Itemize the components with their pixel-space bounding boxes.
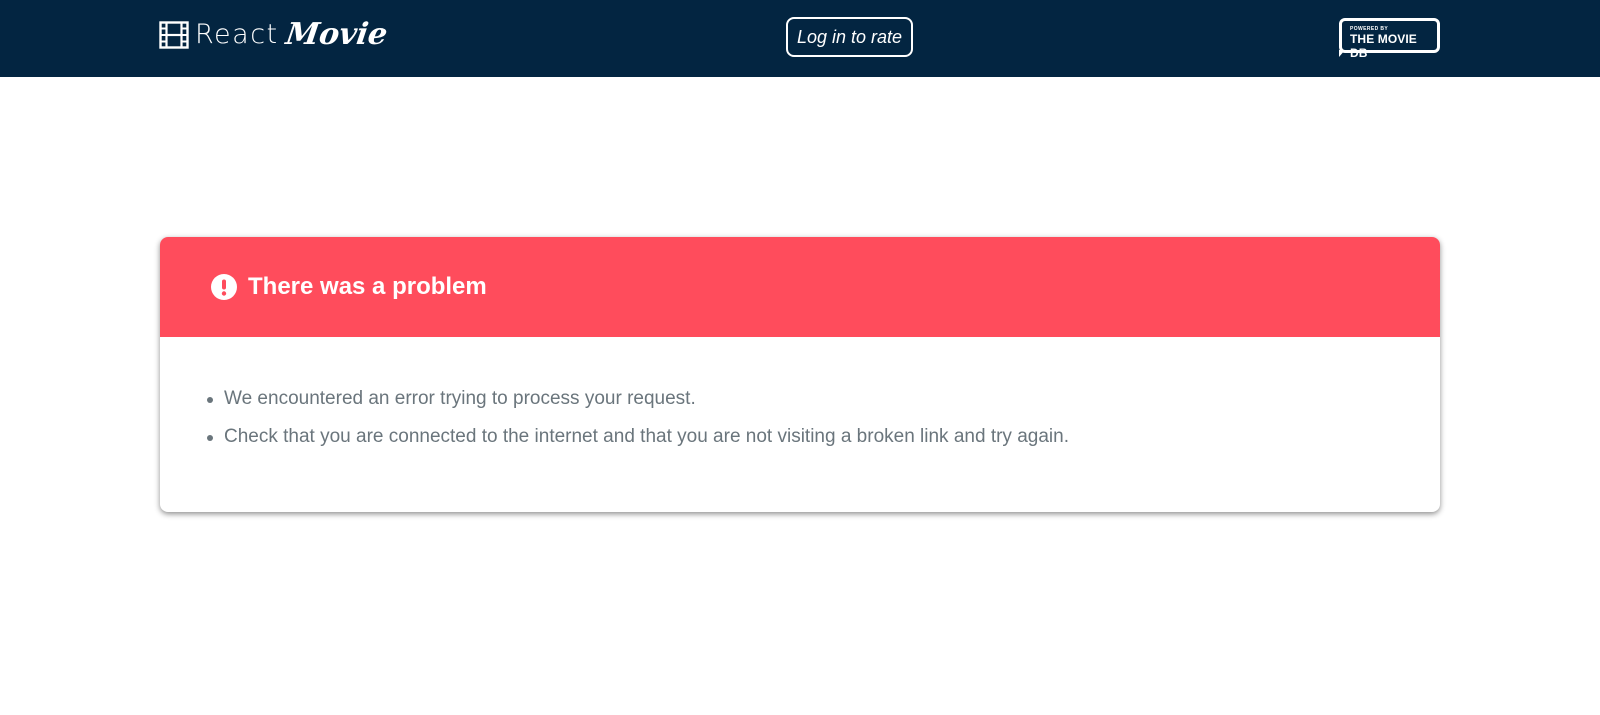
error-message-item: We encountered an error trying to proces… (207, 388, 1440, 410)
error-title: There was a problem (248, 273, 487, 300)
login-to-rate-button[interactable]: Log in to rate (786, 17, 913, 57)
error-message-list: We encountered an error trying to proces… (207, 388, 1440, 448)
tmdb-name-text: THE MOVIE DB (1350, 32, 1417, 60)
tmdb-logo[interactable]: POWERED BY THE MOVIE DB (1339, 18, 1440, 60)
brand-react-text: React (195, 19, 279, 50)
tmdb-logo-tail (1339, 50, 1345, 57)
error-alert-body: We encountered an error trying to proces… (160, 337, 1440, 448)
brand-logo[interactable]: React Movie (159, 17, 390, 52)
tmdb-logo-box: POWERED BY THE MOVIE DB (1339, 18, 1440, 60)
error-message-item: Check that you are connected to the inte… (207, 426, 1440, 448)
brand-movie-text: Movie (283, 17, 390, 52)
error-alert-header: There was a problem (160, 237, 1440, 337)
navbar: React Movie Log in to rate POWERED BY TH… (0, 0, 1600, 77)
film-icon (159, 21, 189, 49)
error-alert: There was a problem We encountered an er… (160, 237, 1440, 512)
exclamation-circle-icon (211, 274, 237, 300)
